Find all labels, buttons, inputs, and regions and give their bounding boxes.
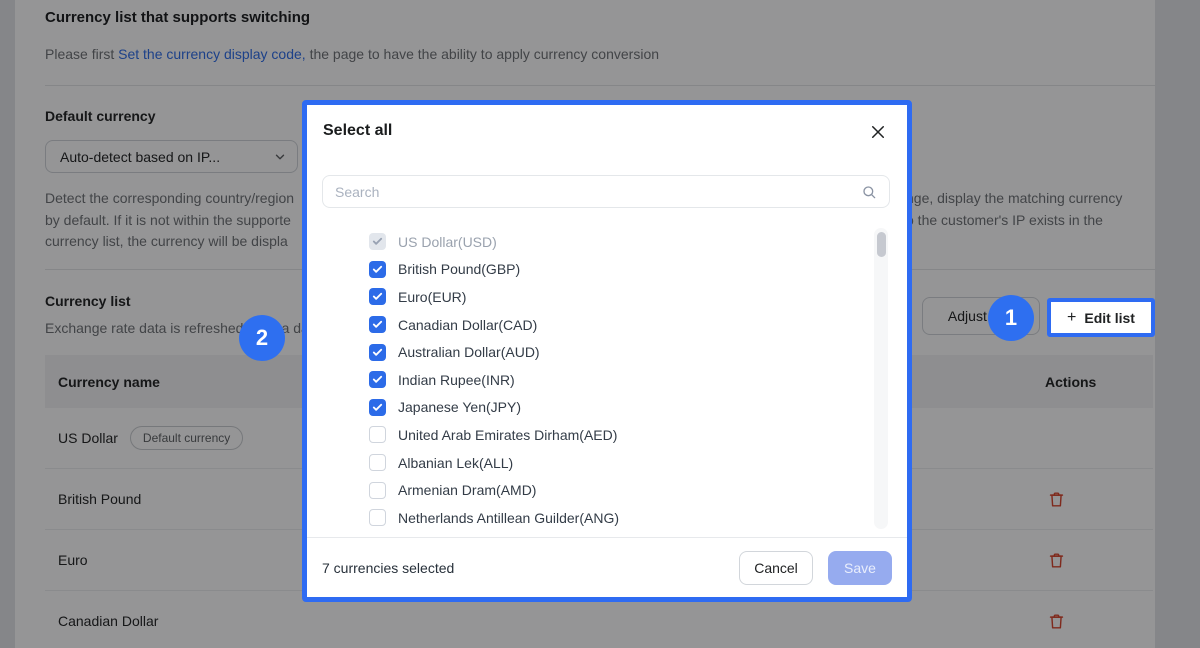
modal-footer: 7 currencies selected Cancel Save (307, 537, 907, 597)
currency-option-label: US Dollar(USD) (398, 234, 497, 250)
currency-option-label: United Arab Emirates Dirham(AED) (398, 427, 617, 443)
currency-option[interactable]: Netherlands Antillean Guilder(ANG) (322, 504, 874, 532)
currency-option: US Dollar(USD) (322, 228, 874, 256)
checkbox-icon[interactable] (369, 454, 386, 471)
currency-option[interactable]: United Arab Emirates Dirham(AED) (322, 421, 874, 449)
currency-option-label: Armenian Dram(AMD) (398, 482, 536, 498)
annotation-step-2-badge: 2 (239, 315, 285, 361)
checkbox-icon[interactable] (369, 344, 386, 361)
plus-icon: + (1067, 309, 1076, 327)
currency-settings-page: Currency list that supports switching Pl… (0, 0, 1200, 648)
currency-options-list: US Dollar(USD) British Pound(GBP) Euro(EUR… (322, 221, 874, 537)
currency-option-label: Albanian Lek(ALL) (398, 455, 513, 471)
currency-option-label: Netherlands Antillean Guilder(ANG) (398, 510, 619, 526)
close-icon[interactable] (868, 122, 888, 142)
checkbox-icon[interactable] (369, 316, 386, 333)
currency-option[interactable]: Armenian Dram(AMD) (322, 476, 874, 504)
checkbox-icon[interactable] (369, 288, 386, 305)
checkbox-icon (369, 233, 386, 250)
modal-title: Select all (323, 122, 392, 140)
search-input[interactable] (335, 184, 861, 200)
currency-option-label: Japanese Yen(JPY) (398, 399, 521, 415)
search-icon (861, 184, 877, 200)
checkbox-icon[interactable] (369, 399, 386, 416)
currency-option[interactable]: Albanian Lek(ALL) (322, 449, 874, 477)
edit-list-button-label: Edit list (1084, 310, 1135, 326)
scrollbar-track[interactable] (874, 228, 888, 529)
select-currencies-modal: Select all US Dollar(USD) British Pound(G… (302, 100, 912, 602)
currency-option-label: Australian Dollar(AUD) (398, 344, 540, 360)
currency-option[interactable]: Australian Dollar(AUD) (322, 338, 874, 366)
checkbox-icon[interactable] (369, 482, 386, 499)
currency-option-label: Indian Rupee(INR) (398, 372, 515, 388)
edit-list-button[interactable]: + Edit list (1047, 298, 1155, 337)
checkbox-icon[interactable] (369, 261, 386, 278)
currency-option[interactable]: Japanese Yen(JPY) (322, 394, 874, 422)
currency-option-label: British Pound(GBP) (398, 261, 520, 277)
currency-option-label: Canadian Dollar(CAD) (398, 317, 537, 333)
currency-option[interactable]: Indian Rupee(INR) (322, 366, 874, 394)
currency-option[interactable]: British Pound(GBP) (322, 256, 874, 284)
search-box (322, 175, 890, 208)
annotation-step-1-badge: 1 (988, 295, 1034, 341)
checkbox-icon[interactable] (369, 509, 386, 526)
scrollbar-thumb[interactable] (877, 232, 886, 257)
save-button[interactable]: Save (828, 551, 892, 585)
currency-option[interactable]: Euro(EUR) (322, 283, 874, 311)
checkbox-icon[interactable] (369, 371, 386, 388)
checkbox-icon[interactable] (369, 426, 386, 443)
cancel-button[interactable]: Cancel (739, 551, 813, 585)
selected-count-text: 7 currencies selected (322, 560, 739, 576)
currency-option-label: Euro(EUR) (398, 289, 466, 305)
currency-option[interactable]: Canadian Dollar(CAD) (322, 311, 874, 339)
